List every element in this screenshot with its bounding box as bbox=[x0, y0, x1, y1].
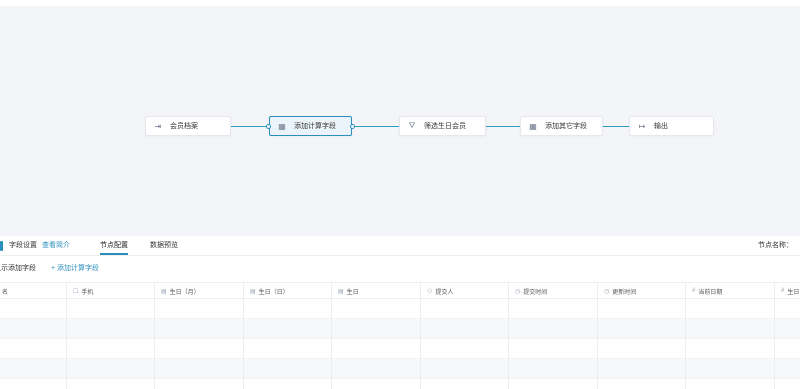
table-row bbox=[0, 359, 800, 379]
column-divider bbox=[508, 299, 509, 389]
text-icon: ☐ bbox=[73, 288, 79, 295]
flow-canvas[interactable]: ⇥ 会员档案 ▦ 添加计算字段 ⛛ 筛选生日会员 ▦ 添加其它字段 ↦ 输出 bbox=[0, 0, 800, 236]
table-row bbox=[0, 299, 800, 319]
node-port-out[interactable] bbox=[350, 123, 355, 129]
flow-node-label: 添加其它字段 bbox=[545, 123, 587, 130]
add-calc-field-button[interactable]: + 添加计算字段 bbox=[51, 263, 99, 273]
node-name-label: 节点名称： bbox=[758, 242, 793, 249]
connector bbox=[603, 125, 629, 127]
panel-tabbar: 字段设置 查看简介 节点配置 数据预览 节点名称： bbox=[0, 236, 800, 256]
column-header[interactable]: ▤ 生日（月） bbox=[155, 283, 244, 299]
title-marker bbox=[0, 241, 3, 251]
flow-node-filter[interactable]: ⛛ 筛选生日会员 bbox=[399, 116, 486, 136]
calendar-icon: ▤ bbox=[338, 288, 344, 295]
output-icon: ↦ bbox=[638, 121, 646, 131]
flow-node-label: 添加计算字段 bbox=[294, 123, 336, 130]
calendar-icon: ▤ bbox=[250, 288, 256, 295]
panel-toolbar: 显示添加字段 + 添加计算字段 bbox=[0, 263, 800, 275]
tab-data-preview[interactable]: 数据预览 bbox=[150, 240, 178, 250]
connector bbox=[486, 125, 520, 127]
flow-node-label: 输出 bbox=[654, 123, 668, 130]
clock-icon: ◷ bbox=[515, 288, 521, 295]
column-divider bbox=[154, 299, 155, 389]
number-icon: # bbox=[781, 288, 785, 294]
column-header[interactable]: ◷ 提交时间 bbox=[509, 283, 598, 299]
tab-node-config[interactable]: 节点配置 bbox=[100, 240, 128, 255]
column-divider bbox=[774, 299, 775, 389]
panel-title: 字段设置 查看简介 bbox=[9, 240, 70, 250]
column-header[interactable]: ⚇ 提交人 bbox=[421, 283, 509, 299]
column-divider bbox=[66, 299, 67, 389]
clock-icon: ◷ bbox=[604, 288, 610, 295]
column-header[interactable]: # 生日 bbox=[775, 283, 800, 299]
input-icon: ⇥ bbox=[154, 121, 162, 131]
flow-node-label: 筛选生日会员 bbox=[424, 123, 466, 130]
column-header[interactable]: # 当前日期 bbox=[686, 283, 775, 299]
flow-node-output[interactable]: ↦ 输出 bbox=[629, 116, 714, 136]
table-header: 名 ☐ 手机 ▤ 生日（月） ▤ 生日（日） ▤ 生日 ⚇ 提交人 ◷ 提交时间 ◷ 更新时间… bbox=[0, 282, 800, 299]
flow-node-source[interactable]: ⇥ 会员档案 bbox=[145, 116, 231, 136]
table-row bbox=[0, 339, 800, 359]
config-panel: 字段设置 查看简介 节点配置 数据预览 节点名称： 显示添加字段 + 添加计算字… bbox=[0, 236, 800, 389]
flow-node-add-other-field[interactable]: ▦ 添加其它字段 bbox=[520, 116, 603, 136]
column-header[interactable]: ▤ 生日 bbox=[332, 283, 421, 299]
node-port-in[interactable] bbox=[266, 123, 271, 129]
table-row bbox=[0, 319, 800, 339]
number-icon: # bbox=[692, 288, 696, 294]
column-header[interactable]: ◷ 更新时间 bbox=[598, 283, 686, 299]
column-header[interactable]: ☐ 手机 bbox=[67, 283, 155, 299]
column-divider bbox=[243, 299, 244, 389]
connector bbox=[353, 125, 399, 127]
column-header[interactable]: 名 bbox=[0, 283, 67, 299]
connector bbox=[231, 125, 269, 127]
table-icon: ▦ bbox=[278, 121, 286, 131]
column-header[interactable]: ▤ 生日（日） bbox=[244, 283, 332, 299]
column-divider bbox=[597, 299, 598, 389]
intro-link[interactable]: 查看简介 bbox=[42, 242, 70, 249]
column-divider bbox=[331, 299, 332, 389]
column-divider bbox=[685, 299, 686, 389]
column-divider bbox=[420, 299, 421, 389]
panel-title-text: 字段设置 bbox=[9, 242, 37, 249]
filter-icon: ⛛ bbox=[408, 121, 416, 130]
flow-node-label: 会员档案 bbox=[170, 123, 198, 130]
calendar-icon: ▤ bbox=[161, 288, 167, 295]
user-icon: ⚇ bbox=[427, 288, 433, 295]
table-icon: ▦ bbox=[529, 121, 537, 131]
flow-node-add-calc-field[interactable]: ▦ 添加计算字段 bbox=[269, 116, 352, 136]
show-fields-toggle[interactable]: 显示添加字段 bbox=[0, 263, 36, 273]
